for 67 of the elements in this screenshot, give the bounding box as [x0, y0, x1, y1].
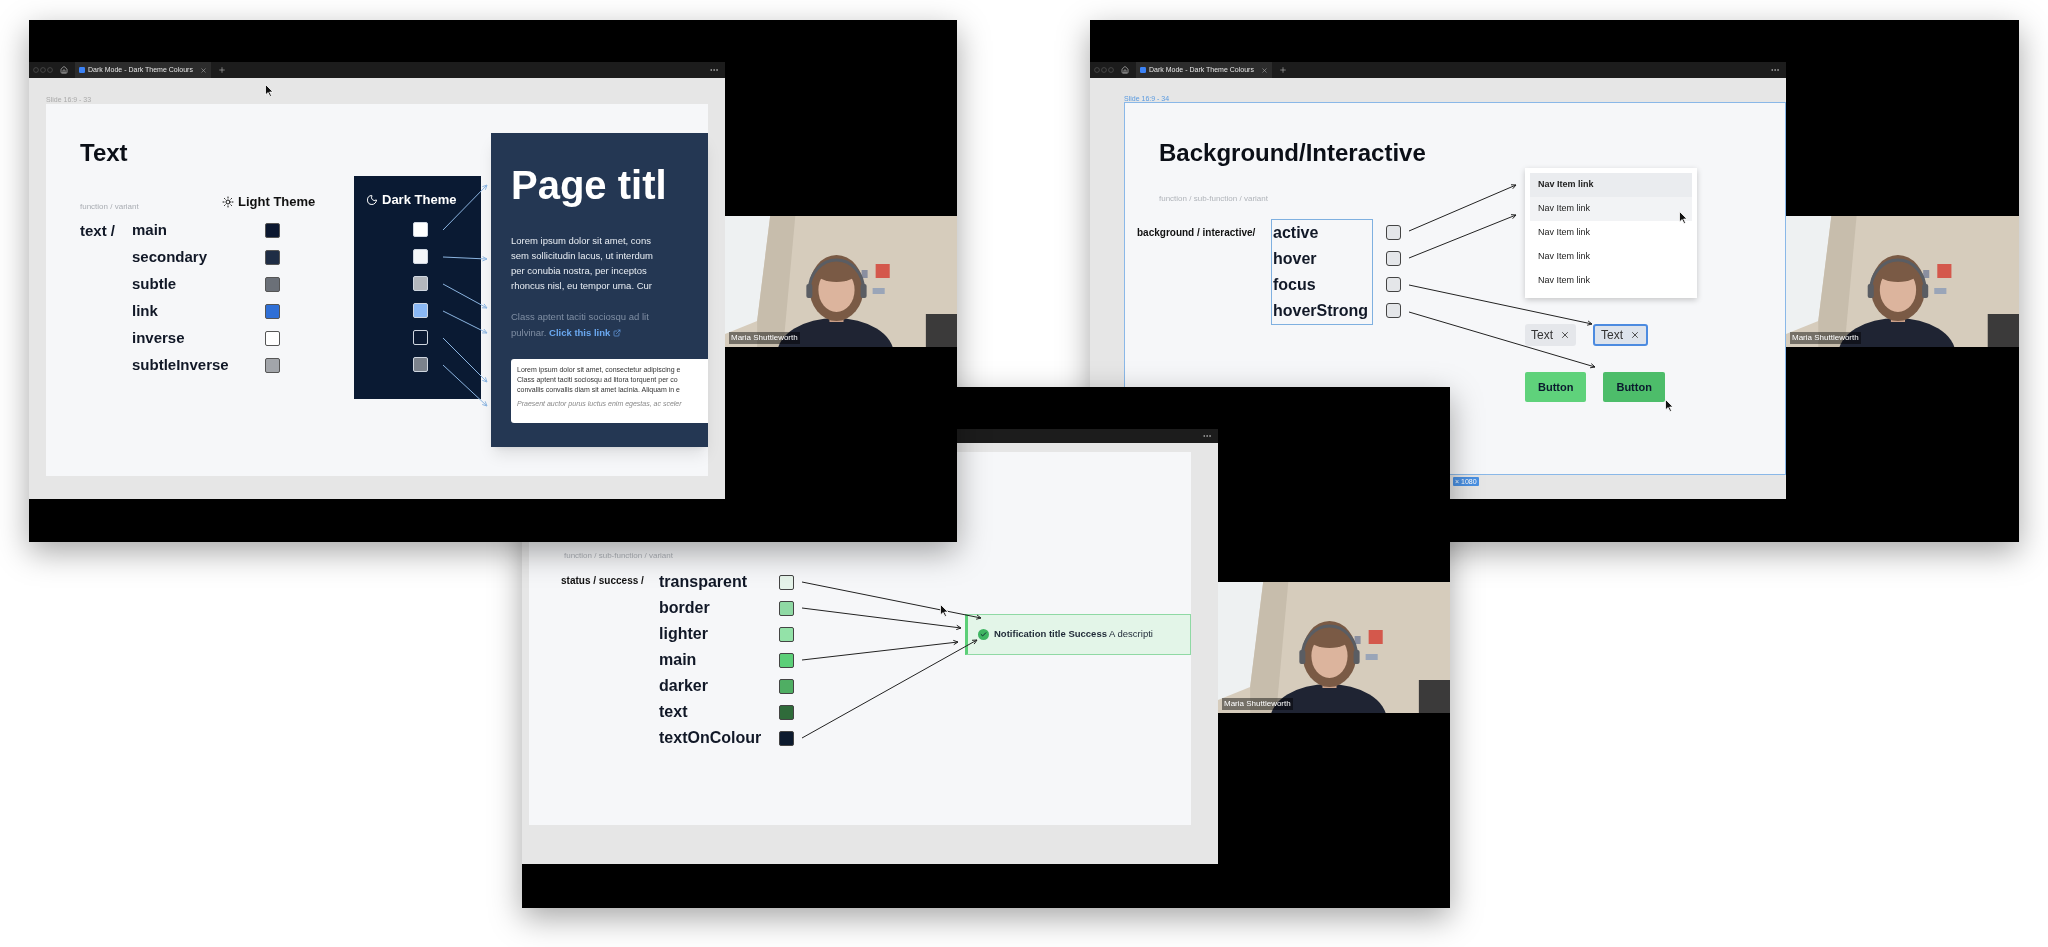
naming-hint: function / sub-function / variant — [1159, 193, 1268, 205]
file-icon — [79, 67, 85, 73]
token-name: border — [659, 598, 711, 618]
token-prefix: text / — [80, 221, 115, 239]
token-name: main — [659, 650, 698, 670]
token-name: text — [659, 702, 689, 722]
paragraph: Lorem ipsum dolor sit amet, cons sem sollicitudin lacus, ut interdum per conubia nostra, per inceptos rhoncus nisl, eu tempor urna. Cur — [511, 234, 655, 293]
token-name: subtleInverse — [132, 355, 230, 376]
theme-heading: Dark Theme — [382, 191, 457, 210]
token-name: link — [132, 301, 159, 322]
token-name: darker — [659, 676, 709, 696]
nav-item[interactable]: Nav Item link — [1530, 245, 1692, 269]
token-name: secondary — [132, 247, 209, 268]
arrow — [442, 310, 488, 334]
color-swatch — [1386, 302, 1401, 318]
cursor-icon — [940, 604, 949, 617]
token-prefix: status / success / — [561, 575, 644, 587]
chip[interactable]: Text — [1525, 324, 1576, 346]
close-icon[interactable] — [1560, 330, 1570, 340]
nav-item[interactable]: Nav Item link — [1530, 221, 1692, 245]
link[interactable]: Click this link — [549, 325, 622, 341]
button[interactable]: Button — [1525, 372, 1587, 402]
token-prefix: background / interactive/ — [1137, 227, 1256, 239]
check-icon — [978, 629, 989, 640]
close-icon[interactable] — [1630, 330, 1641, 340]
arrow — [442, 364, 488, 407]
slide-title: Background/Interactive — [1159, 139, 1426, 167]
token-name: hover — [1272, 249, 1318, 269]
plus-icon[interactable] — [217, 66, 226, 74]
arrow — [442, 337, 488, 383]
plus-icon[interactable] — [1278, 66, 1287, 74]
sun-icon — [222, 195, 234, 208]
close-icon[interactable] — [199, 66, 207, 74]
naming-hint: function / variant — [80, 201, 139, 213]
arrow — [442, 283, 488, 309]
page-title: Page titl — [511, 162, 668, 208]
file-icon — [1140, 67, 1146, 73]
color-swatch — [1386, 276, 1401, 292]
arrow — [442, 256, 488, 262]
cursor-icon — [265, 84, 274, 97]
token-name: subtle — [132, 274, 178, 295]
theme-heading: Light Theme — [238, 193, 316, 211]
token-name: textOnColour — [659, 728, 763, 748]
color-swatch — [1386, 224, 1401, 240]
home-icon[interactable] — [60, 66, 68, 74]
paragraph: Class aptent taciti sociosqu ad lit pulvinar. Click this link — [511, 309, 708, 341]
slide-title: Text — [80, 139, 128, 167]
token-name: lighter — [659, 624, 709, 644]
token-name: active — [1272, 223, 1320, 243]
close-icon[interactable] — [1260, 66, 1268, 74]
moon-icon — [366, 194, 378, 206]
cursor-icon — [1679, 211, 1688, 224]
token-name: hoverStrong — [1272, 301, 1370, 321]
chip[interactable]: Text — [1593, 324, 1649, 346]
home-icon[interactable] — [1121, 66, 1129, 74]
color-swatch — [1386, 250, 1401, 266]
nav-item[interactable]: Nav Item link — [1530, 173, 1692, 197]
button[interactable]: Button — [1603, 372, 1665, 402]
token-name: main — [132, 220, 168, 241]
token-name: transparent — [659, 572, 749, 592]
nav-item[interactable]: Nav Item link — [1530, 269, 1692, 293]
cursor-icon — [1665, 399, 1674, 412]
token-name: inverse — [132, 328, 186, 349]
external-link-icon — [613, 329, 622, 337]
token-name: focus — [1272, 275, 1317, 295]
nav-item[interactable]: Nav Item link — [1530, 197, 1692, 221]
notification-text: Notification title Success A descripti — [994, 627, 1153, 642]
